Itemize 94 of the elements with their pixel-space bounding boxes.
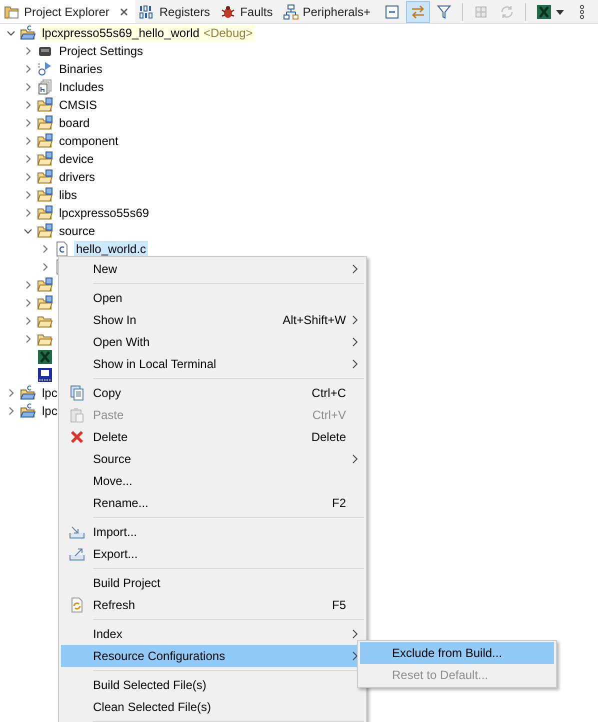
source-folder-icon: [37, 133, 53, 149]
filter-icon: [436, 4, 452, 20]
file-icon: [54, 241, 70, 257]
view-tab[interactable]: Project Explorer: [0, 0, 136, 23]
source-folder-icon: [37, 187, 53, 203]
collapsed-chevron-icon[interactable]: [6, 406, 16, 416]
collapsed-chevron-icon[interactable]: [23, 136, 33, 146]
collapsed-chevron-icon[interactable]: [23, 298, 33, 308]
collapsed-chevron-icon[interactable]: [23, 208, 33, 218]
menu-item[interactable]: Export...: [61, 543, 364, 565]
binaries-icon: [37, 61, 53, 77]
tree-item[interactable]: board: [57, 114, 92, 132]
grid-icon: [473, 4, 489, 20]
collapsed-chevron-icon[interactable]: [40, 244, 50, 254]
tree-item[interactable]: device: [57, 150, 96, 168]
collapsed-chevron-icon[interactable]: [23, 46, 33, 56]
collapsed-chevron-icon[interactable]: [23, 64, 33, 74]
x-icon: [37, 349, 53, 365]
clipboard-icon: [69, 407, 85, 423]
source-folder-icon: [37, 151, 53, 167]
menu-item[interactable]: Copy Ctrl+C: [61, 382, 364, 404]
header-files-icon: [37, 79, 53, 95]
tree-item[interactable]: lpcxpresso55s69: [57, 204, 152, 222]
tree-item[interactable]: component: [57, 132, 120, 150]
tree-item[interactable]: lpcxpresso55s69_hello_world <Debug>: [40, 24, 255, 42]
expanded-chevron-icon[interactable]: [23, 226, 33, 236]
bug-icon: [220, 4, 236, 20]
menu-item[interactable]: Exclude from Build...: [360, 642, 554, 664]
collapsed-chevron-icon[interactable]: [23, 280, 33, 290]
tree-item[interactable]: CMSIS: [57, 96, 100, 114]
collapse-all-icon: [384, 4, 400, 20]
menu-item[interactable]: Clean Selected File(s): [61, 696, 364, 718]
collapsed-chevron-icon[interactable]: [23, 154, 33, 164]
source-folder-icon: [37, 169, 53, 185]
menu-item[interactable]: Import...: [61, 521, 364, 543]
copy-icon: [69, 385, 85, 401]
menu-item[interactable]: Move...: [61, 470, 364, 492]
source-folder-icon: [37, 115, 53, 131]
two-arrows-icon: [410, 4, 426, 20]
collapsed-chevron-icon[interactable]: [23, 118, 33, 128]
binary-icon: [139, 4, 156, 20]
source-folder-icon: [37, 223, 53, 239]
menu-item[interactable]: Source: [61, 448, 364, 470]
tree-item[interactable]: Project Settings: [57, 42, 146, 60]
menu-item[interactable]: Rename... F2: [61, 492, 364, 514]
tree-item[interactable]: hello_world.c: [74, 240, 148, 258]
tree-item[interactable]: lpc: [40, 384, 60, 402]
collapsed-chevron-icon[interactable]: [6, 388, 16, 398]
collapsed-chevron-icon[interactable]: [40, 262, 50, 272]
toolbar-button[interactable]: [406, 0, 430, 22]
caret-icon: [556, 8, 564, 16]
import-icon: [69, 524, 85, 540]
tree-item[interactable]: Binaries: [57, 60, 104, 78]
menu-item[interactable]: Show in Local Terminal: [61, 353, 364, 375]
tree-item[interactable]: drivers: [57, 168, 98, 186]
menu-item[interactable]: Open With: [61, 331, 364, 353]
collapsed-chevron-icon[interactable]: [23, 316, 33, 326]
menu-item[interactable]: Refresh F5: [61, 594, 364, 616]
refresh-icon: [69, 597, 85, 613]
source-folder-icon: [37, 277, 53, 293]
expanded-chevron-icon[interactable]: [6, 28, 16, 38]
source-folder-icon: [37, 295, 53, 311]
menu-item[interactable]: Open: [61, 287, 364, 309]
view-tab[interactable]: Registers: [135, 0, 216, 23]
collapsed-chevron-icon[interactable]: [23, 100, 33, 110]
export-icon: [69, 546, 85, 562]
menu-item[interactable]: Index: [61, 623, 364, 645]
menu-item[interactable]: Build Project: [61, 572, 364, 594]
menu-item[interactable]: Show In Alt+Shift+W: [61, 309, 364, 331]
tree-item[interactable]: source: [57, 222, 98, 240]
view-tab[interactable]: Faults: [216, 0, 279, 23]
source-folder-icon: [37, 205, 53, 221]
hierarchy-icon: [282, 4, 299, 20]
collapsed-chevron-icon[interactable]: [23, 190, 33, 200]
project-folder-icon: [20, 25, 36, 41]
collapsed-chevron-icon[interactable]: [23, 334, 33, 344]
config-label: <Debug>: [203, 26, 253, 40]
menu-item[interactable]: Delete Delete: [61, 426, 364, 448]
source-folder-icon: [37, 97, 53, 113]
tree-item[interactable]: lpc: [40, 402, 60, 420]
view-tab[interactable]: Peripherals+: [278, 0, 376, 23]
tree-item[interactable]: libs: [57, 186, 80, 204]
project-folder-icon: [20, 385, 36, 401]
collapsed-chevron-icon[interactable]: [23, 172, 33, 182]
tree-item[interactable]: Includes: [57, 78, 106, 96]
project-folder-icon: [20, 403, 36, 419]
menu-item[interactable]: New: [61, 258, 364, 280]
folder-icon: [4, 4, 20, 20]
delete-icon: [69, 429, 85, 445]
x-icon: [536, 4, 552, 20]
board-icon: [37, 367, 53, 383]
collapsed-chevron-icon[interactable]: [23, 82, 33, 92]
close-icon[interactable]: [119, 6, 130, 16]
sync-icon: [499, 4, 515, 20]
